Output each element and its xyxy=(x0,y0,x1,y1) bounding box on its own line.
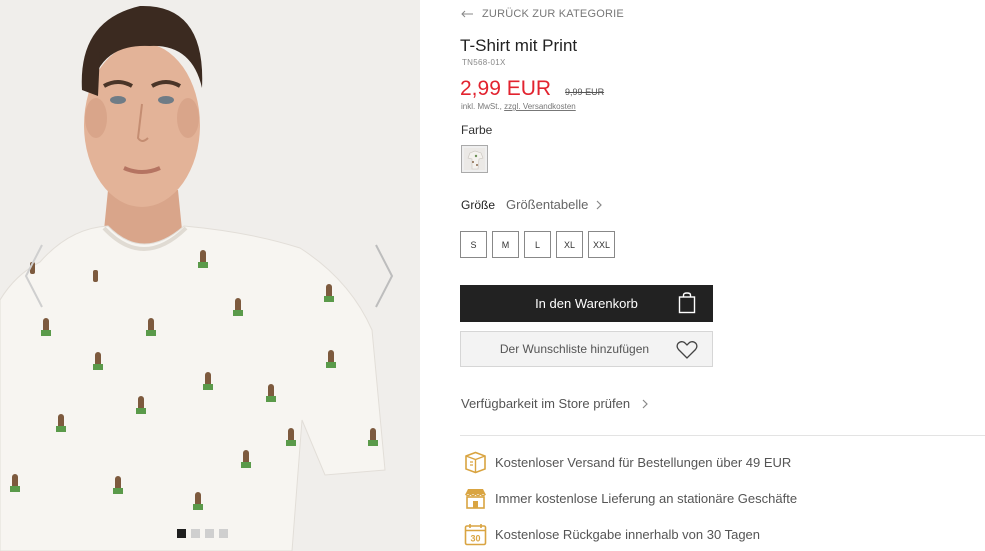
heart-icon xyxy=(676,341,698,359)
store-icon xyxy=(464,489,487,509)
add-to-cart-label: In den Warenkorb xyxy=(535,296,638,311)
tax-note-text: inkl. MwSt., xyxy=(461,102,502,111)
chevron-right-icon xyxy=(596,200,603,209)
calendar-30-icon: 30 xyxy=(464,524,487,546)
store-availability-label: Verfügbarkeit im Store prüfen xyxy=(461,396,631,411)
benefit-store-delivery: Immer kostenlose Lieferung an stationäre… xyxy=(463,486,797,511)
shopping-bag-icon xyxy=(678,292,696,314)
size-chart-label: Größentabelle xyxy=(506,197,589,212)
chevron-right-icon xyxy=(375,244,394,308)
color-swatch-white[interactable] xyxy=(461,145,488,173)
store-availability-link[interactable]: Verfügbarkeit im Store prüfen xyxy=(461,396,648,411)
size-chart-link[interactable]: Größentabelle xyxy=(506,197,603,212)
back-to-category-label: ZURÜCK ZUR KATEGORIE xyxy=(482,8,624,20)
old-price: 9,99 EUR xyxy=(565,87,605,97)
add-to-cart-button[interactable]: In den Warenkorb xyxy=(460,285,713,322)
gallery-dot-1[interactable] xyxy=(177,529,186,538)
chevron-right-icon xyxy=(642,399,648,408)
size-option-m[interactable]: M xyxy=(492,231,519,258)
size-selector: S M L XL XXL xyxy=(460,231,615,258)
chevron-left-icon xyxy=(24,244,43,308)
benefit-free-returns-text: Kostenlose Rückgabe innerhalb von 30 Tag… xyxy=(495,527,761,542)
size-label: Größe xyxy=(461,198,496,212)
gallery-dot-2[interactable] xyxy=(191,529,200,538)
gallery-dot-3[interactable] xyxy=(205,529,214,538)
size-option-xxl[interactable]: XXL xyxy=(588,231,615,258)
benefit-free-shipping: Kostenloser Versand für Bestellungen übe… xyxy=(463,450,797,475)
add-to-wishlist-button[interactable]: Der Wunschliste hinzufügen xyxy=(460,331,713,367)
benefit-free-shipping-text: Kostenloser Versand für Bestellungen übe… xyxy=(495,455,792,470)
benefit-store-delivery-text: Immer kostenlose Lieferung an stationäre… xyxy=(495,491,798,506)
tax-note: inkl. MwSt., zzgl. Versandkosten xyxy=(461,102,576,111)
arrow-left-icon xyxy=(461,10,473,18)
product-image-gallery xyxy=(0,0,420,551)
product-sku: TN568-01X xyxy=(462,58,506,67)
product-photo xyxy=(0,0,420,551)
shipping-costs-link[interactable]: zzgl. Versandkosten xyxy=(504,102,576,111)
product-details-panel: ZURÜCK ZUR KATEGORIE T-Shirt mit Print T… xyxy=(460,0,985,551)
add-to-wishlist-label: Der Wunschliste hinzufügen xyxy=(499,342,650,356)
calendar-30-icon-number: 30 xyxy=(470,534,480,544)
shipping-box-icon xyxy=(465,451,486,474)
gallery-pagination xyxy=(177,529,228,538)
size-option-s[interactable]: S xyxy=(460,231,487,258)
section-divider xyxy=(460,435,985,436)
color-swatch-thumbnail xyxy=(464,148,485,170)
gallery-prev-arrow[interactable] xyxy=(22,243,46,309)
back-to-category-link[interactable]: ZURÜCK ZUR KATEGORIE xyxy=(460,8,624,20)
color-label: Farbe xyxy=(461,123,493,137)
size-option-l[interactable]: L xyxy=(524,231,551,258)
shirt-thumbnail-icon xyxy=(467,150,484,170)
current-price: 2,99 EUR xyxy=(460,77,552,100)
size-option-xl[interactable]: XL xyxy=(556,231,583,258)
benefit-free-returns: 30 Kostenlose Rückgabe innerhalb von 30 … xyxy=(463,522,797,547)
product-title: T-Shirt mit Print xyxy=(460,36,578,55)
price-row: 2,99 EUR 9,99 EUR xyxy=(460,77,604,101)
benefits-list: Kostenloser Versand für Bestellungen übe… xyxy=(463,450,797,551)
gallery-next-arrow[interactable] xyxy=(372,243,396,309)
gallery-dot-4[interactable] xyxy=(219,529,228,538)
